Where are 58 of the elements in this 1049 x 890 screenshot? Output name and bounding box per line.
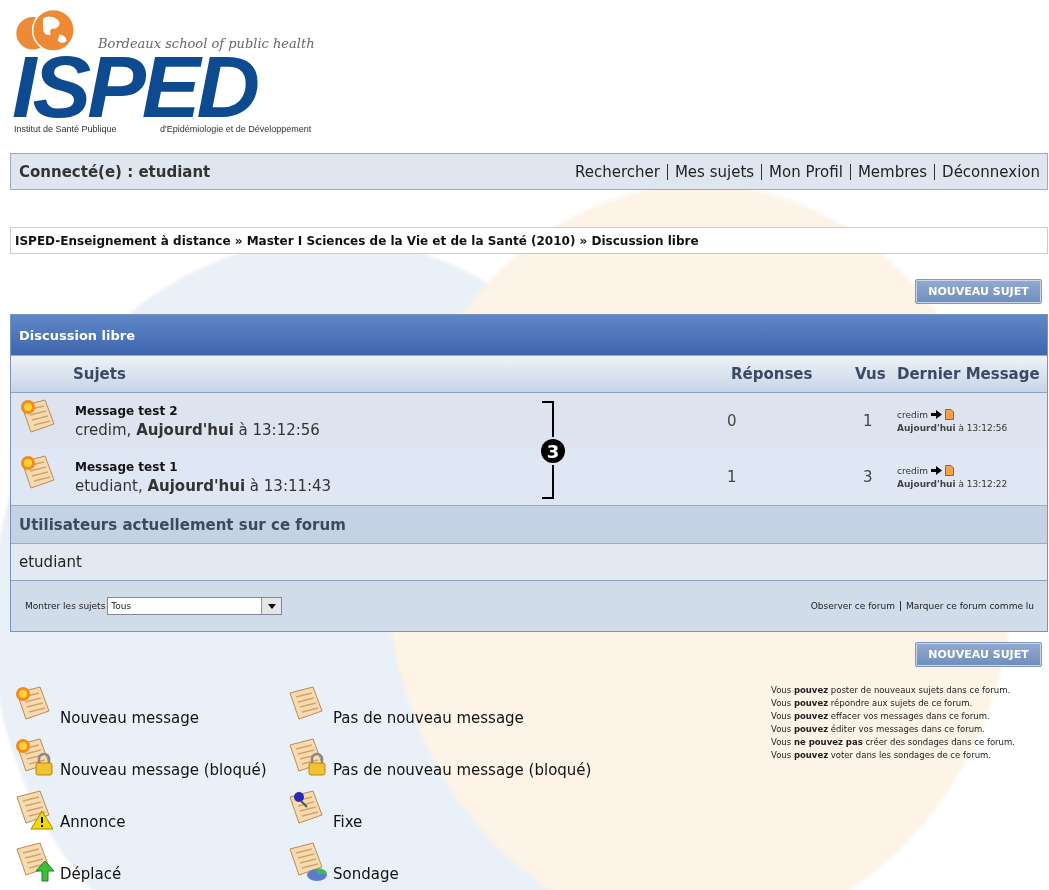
column-header: Dernier Message [897,365,1041,383]
logo-caption: Institut de Santé Publique [14,124,117,134]
permission-note: Vous pouvez voter dans les sondages de ce forum. [771,750,992,760]
legend-label: Fixe [333,813,363,831]
legend-label: Annonce [60,813,126,831]
permission-note: Vous pouvez effacer vos messages dans ce forum. [771,711,991,721]
last-post-author: credim [897,409,928,420]
topic-filter-dropdown[interactable]: Tous [107,597,283,615]
last-post-date: Aujourd'hui à 13:12:22 [897,479,1009,489]
view-count: 3 [862,468,874,486]
online-user: etudiant [11,543,1047,580]
topic-title[interactable]: Message test 2 [75,403,320,418]
logo-caption: d'Epidémiologie et de Développement [160,124,312,134]
permission-note: Vous ne pouvez pas créer des sondages dans ce forum. [771,737,1015,747]
breadcrumb: ISPED-Enseignement à distance » Master I Sciences de la Vie et de la Santé (2010) » Discussion libre [10,227,1048,254]
nav-link[interactable]: Mes sujets [666,163,762,180]
reply-count: 0 [727,412,738,430]
logo-tagline: Bordeaux school of public health [98,36,315,51]
arrow-note-icon [14,841,56,883]
reply-count: 1 [727,468,738,486]
legend-label: Nouveau message [60,709,199,727]
connected-user: Connecté(e) : etudiant [19,162,211,181]
column-header: Vus [854,365,887,383]
document-icon [944,465,954,476]
nav-link[interactable]: Membres [849,163,935,180]
permission-note: Vous pouvez éditer vos messages dans ce forum. [771,724,987,734]
legend-label: Nouveau message (bloqué) [60,761,267,779]
topic-byline: etudiant, Aujourd'hui à 13:11:43 [75,476,332,495]
logo-wordmark: ISPED [12,54,257,120]
caret-icon [267,603,276,609]
permission-note: Vous pouvez répondre aux sujets de ce forum. [771,698,974,708]
legend-label: Pas de nouveau message (bloqué) [333,761,592,779]
forum-action-link[interactable]: Observer ce forum [805,601,900,611]
last-post-date: Aujourd'hui à 13:12:56 [897,423,1009,433]
topic-title[interactable]: Message test 1 [75,459,332,474]
legend-label: Déplacé [60,865,122,883]
topic-byline: credim, Aujourd'hui à 13:12:56 [75,420,320,439]
last-post-author: credim [897,465,928,476]
arrow-icon [930,410,942,419]
nav-link[interactable]: Rechercher [567,163,667,180]
nav-link[interactable]: Déconnexion [934,163,1047,180]
view-count: 1 [862,412,874,430]
document-icon [944,409,954,420]
locked-note-icon [287,737,329,779]
arrow-icon [930,466,942,475]
column-header: Sujets [72,365,127,383]
column-header: Réponses [730,365,814,383]
pie-chart-note-icon [287,841,329,883]
legend-label: Sondage [333,865,399,883]
locked-new-message-icon [14,737,56,779]
forum-action-link[interactable]: Marquer ce forum comme lu [900,601,1039,611]
filter-label: Montrer les sujets [25,601,106,611]
legend-label: Pas de nouveau message [333,709,524,727]
permission-note: Vous pouvez poster de nouveaux sujets dans ce forum. [771,685,1012,695]
forum-title: Discussion libre [11,315,1047,355]
section-header: Utilisateurs actuellement sur ce forum [11,505,1047,543]
nav-link[interactable]: Mon Profil [761,163,850,180]
warning-note-icon [14,789,56,831]
